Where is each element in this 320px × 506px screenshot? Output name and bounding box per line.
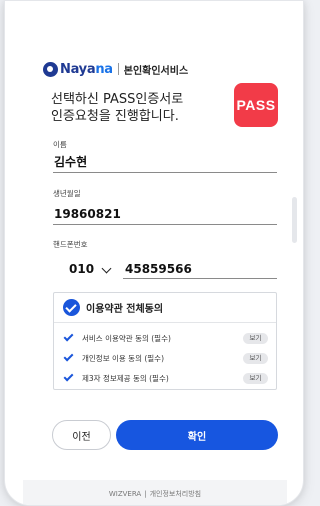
birth-field[interactable]: 19860821 (53, 205, 277, 225)
brand-logo-text: Nayana (60, 61, 113, 77)
view-terms-button[interactable]: 보기 (243, 352, 268, 364)
name-label: 이름 (53, 140, 67, 149)
phone-row: 010 45859566 (53, 259, 277, 279)
term-row-service[interactable]: 서비스 이용약관 동의 (필수) 보기 (54, 330, 276, 346)
term-row-third-party[interactable]: 제3자 정보제공 동의 (필수) 보기 (54, 370, 276, 386)
footer: WIZVERA | 개인정보처리방침 (23, 480, 287, 505)
phone-side-button (292, 197, 297, 243)
agree-all-checkbox[interactable]: 이용약관 전체동의 (54, 293, 276, 323)
header-divider (117, 63, 119, 75)
phone-frame: Nayana 본인확인서비스 선택하신 PASS인증서로 인증요청을 진행합니다… (4, 0, 304, 506)
privacy-policy-link[interactable]: 개인정보처리방침 (150, 489, 202, 499)
header: Nayana 본인확인서비스 (43, 59, 188, 79)
footer-brand: WIZVERA (108, 489, 142, 498)
term-label: 서비스 이용약관 동의 (필수) (82, 333, 171, 343)
intro-line-1: 선택하신 PASS인증서로 (51, 92, 184, 107)
carrier-select[interactable]: 010 (69, 259, 94, 279)
term-label: 제3자 정보제공 동의 (필수) (82, 373, 169, 383)
term-label: 개인정보 이용 동의 (필수) (82, 353, 165, 363)
birth-label: 생년월일 (53, 189, 81, 198)
checkmark-icon[interactable] (63, 351, 74, 362)
checkmark-icon[interactable] (63, 371, 74, 382)
pass-logo-icon: PASS (234, 83, 278, 127)
view-terms-button[interactable]: 보기 (243, 372, 268, 384)
agree-all-label: 이용약관 전체동의 (86, 304, 164, 315)
nayana-logo-icon (43, 61, 58, 77)
phone-label: 핸드폰번호 (53, 240, 88, 249)
service-name: 본인확인서비스 (123, 65, 189, 77)
name-field[interactable]: 김수현 (53, 153, 277, 173)
view-terms-button[interactable]: 보기 (243, 332, 268, 344)
confirm-button[interactable]: 확인 (116, 420, 278, 450)
chevron-down-icon[interactable] (101, 263, 112, 274)
phone-number-field[interactable]: 45859566 (123, 259, 277, 279)
check-circle-icon[interactable] (63, 299, 80, 316)
term-row-privacy[interactable]: 개인정보 이용 동의 (필수) 보기 (54, 350, 276, 366)
checkmark-icon[interactable] (63, 331, 74, 342)
footer-separator: | (144, 489, 147, 498)
intro-title: 선택하신 PASS인증서로 인증요청을 진행합니다. (51, 91, 221, 125)
intro-line-2: 인증요청을 진행합니다. (51, 109, 179, 124)
prev-button[interactable]: 이전 (52, 420, 111, 450)
agreement-box: 이용약관 전체동의 서비스 이용약관 동의 (필수) 보기 개인정보 이용 동의… (53, 292, 277, 390)
